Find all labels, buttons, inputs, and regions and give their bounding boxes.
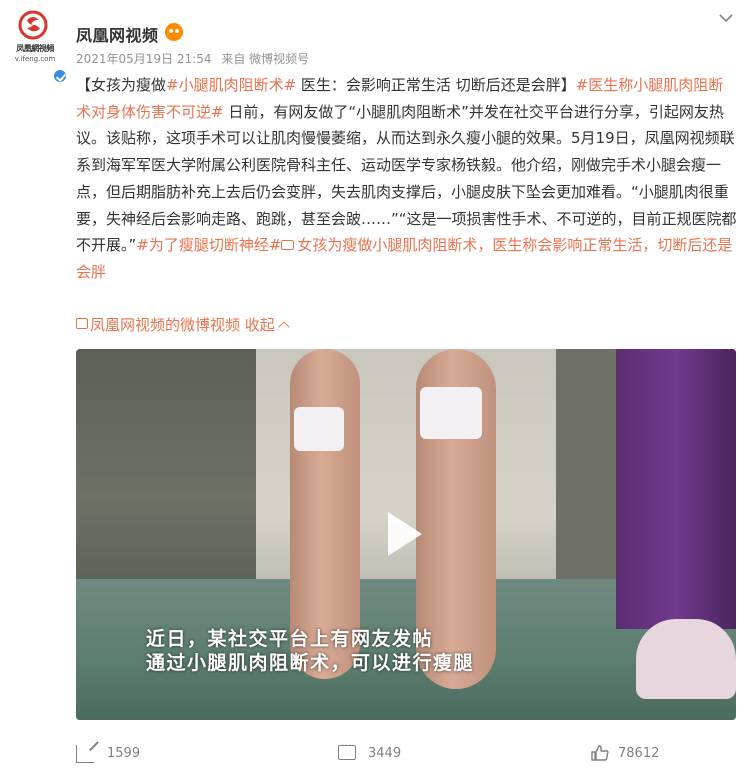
share-icon [76, 745, 94, 763]
video-player[interactable]: 近日，某社交平台上有网友发帖 通过小腿肌肉阻断术，可以进行瘦腿 [76, 349, 736, 720]
chevron-down-icon[interactable] [718, 10, 734, 26]
thumbs-up-icon [591, 745, 609, 761]
video-caption-line-2: 通过小腿肌肉阻断术，可以进行瘦腿 [146, 652, 475, 674]
hashtag-cut-nerve[interactable]: #为了瘦腿切断神经# [136, 236, 281, 254]
video-frame-bandage [420, 387, 482, 439]
video-frame-person [616, 349, 736, 629]
link-icon [281, 239, 295, 250]
video-tv-icon [76, 318, 88, 329]
hashtag-calf-muscle-surgery[interactable]: #小腿肌肉阻断术# [166, 76, 296, 94]
post-timestamp[interactable]: 2021年05月19日 21:54 [76, 52, 211, 66]
post-text-part-3: 日前，有网友做了“小腿肌肉阻断术”并发在社交平台进行分享，引起网友热议。该贴称，… [76, 102, 737, 255]
post-text-part-1: 【女孩为瘦做 [76, 76, 167, 94]
comment-icon [338, 739, 356, 760]
post-text-part-2: 医生：会影响正常生活 切断后还是会胖】 [296, 76, 576, 94]
video-frame-slipper [636, 619, 736, 699]
verified-badge-icon [52, 68, 68, 84]
collapse-label: 收起 [244, 316, 275, 334]
like-count: 78612 [618, 746, 660, 761]
avatar-url-text: v.ifeng.com [14, 55, 56, 63]
post-meta: 2021年05月19日 21:54 来自 微博视频号 [76, 50, 315, 67]
post-body: 【女孩为瘦做#小腿肌肉阻断术# 医生：会影响正常生活 切断后还是会胖】#医生称小… [76, 72, 738, 286]
play-icon[interactable] [388, 512, 422, 556]
share-count: 1599 [107, 746, 141, 761]
post-header: 凤凰網視頻 v.ifeng.com 凤凰网视频 2021年05月19日 21:5… [0, 0, 750, 84]
avatar[interactable]: 凤凰網視頻 v.ifeng.com [4, 10, 68, 84]
video-caption: 近日，某社交平台上有网友发帖 通过小腿肌肉阻断术，可以进行瘦腿 [146, 627, 474, 675]
video-frame-bandage [294, 407, 344, 451]
video-source-row: 凤凰网视频的微博视频 收起 [76, 314, 290, 335]
comment-count: 3449 [368, 746, 402, 761]
post-source[interactable]: 来自 微博视频号 [221, 52, 309, 66]
vip-face-icon[interactable] [165, 23, 183, 41]
collapse-button[interactable]: 收起 [244, 316, 290, 334]
chevron-up-icon [278, 320, 290, 333]
video-source-link[interactable]: 凤凰网视频的微博视频 [90, 316, 240, 334]
avatar-brand-text: 凤凰網視頻 [16, 43, 54, 53]
phoenix-logo-icon [18, 10, 48, 40]
action-bar: 1599 3449 78612 [0, 735, 750, 774]
author-name[interactable]: 凤凰网视频 [76, 22, 159, 46]
video-caption-line-1: 近日，某社交平台上有网友发帖 [146, 628, 434, 650]
